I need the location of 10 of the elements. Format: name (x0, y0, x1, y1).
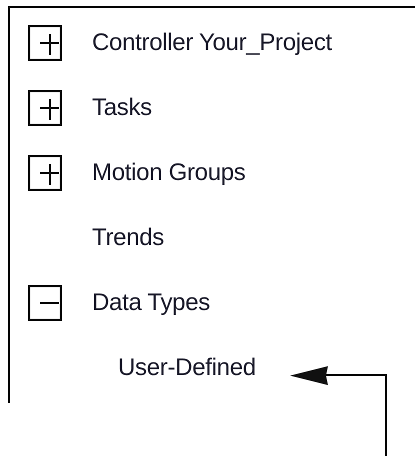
tree-item[interactable]: Motion Groups (92, 159, 246, 187)
tree-item[interactable]: Data Types (92, 289, 210, 317)
collapse-button[interactable] (28, 285, 62, 321)
tree-item[interactable]: User-Defined (118, 354, 256, 382)
expand-button[interactable] (28, 155, 62, 191)
expand-button[interactable] (28, 90, 62, 126)
tree-item[interactable]: Tasks (92, 94, 152, 122)
expand-button[interactable] (28, 25, 62, 61)
tree-item[interactable]: Controller Your_Project (92, 29, 332, 57)
tree-item[interactable]: Trends (92, 224, 164, 252)
